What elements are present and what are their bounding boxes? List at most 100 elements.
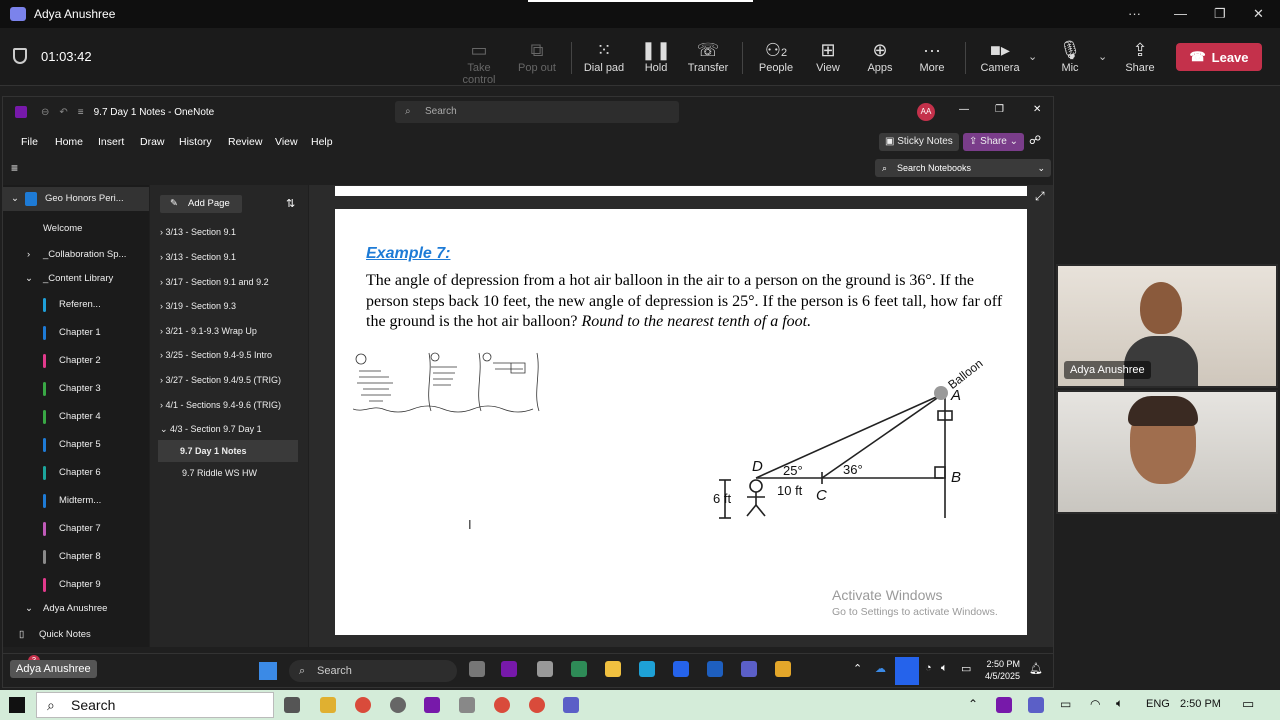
transfer-button[interactable]: ☏ Transfer [683,38,733,74]
section-item[interactable]: Referen... [3,293,149,317]
onedrive-icon[interactable]: ☁ [875,662,886,675]
share-notebook-button[interactable]: ⇪ Share ⌄ [963,133,1025,151]
sticky-notes-button[interactable]: ▣ Sticky Notes [879,133,959,151]
avatar[interactable]: AA [917,103,935,121]
minimize-icon[interactable]: — [959,104,969,115]
store-icon[interactable] [673,661,689,677]
minimize-icon[interactable]: — [1174,6,1187,21]
section-item[interactable]: Chapter 7 [3,517,149,541]
section-content-library[interactable]: ⌄ _Content Library [3,267,149,291]
notification-icon[interactable]: 🔔︎ [1029,662,1043,675]
hold-button[interactable]: ❚❚ Hold [631,38,681,74]
section-item[interactable]: Chapter 2 [3,349,149,373]
onenote-tray-icon[interactable] [996,697,1012,713]
wifi-icon[interactable]: ◠ [1090,697,1100,711]
onenote-app-icon[interactable] [424,697,440,713]
notification-center-icon[interactable]: ▭ [1242,696,1254,712]
self-video-tile[interactable] [1056,390,1278,514]
page-item[interactable]: › 3/13 - Section 9.1 [160,246,300,268]
mic-button[interactable]: 🎙︎ Mic [1045,38,1095,74]
search-notebooks-dropdown[interactable]: ⌕ Search Notebooks ⌄ [875,159,1051,177]
feedback-icon[interactable]: ☍ [1029,133,1041,147]
participant-video-tile[interactable]: Adya Anushree [1056,264,1278,388]
camera-button[interactable]: ■▸ Camera [975,38,1025,74]
quick-access-icon[interactable]: ≡ [78,107,84,118]
page-item[interactable]: › 4/1 - Sections 9.4-9.6 (TRIG) [160,394,300,416]
close-icon[interactable]: ✕ [1253,6,1264,22]
chevron-up-icon[interactable]: ⌃ [853,662,862,675]
take-control-button[interactable]: ▭ Take control [454,38,504,86]
file-explorer-icon[interactable] [320,697,336,713]
battery-icon[interactable]: ▭ [961,662,971,675]
people-button[interactable]: ⚇2 People [751,38,801,74]
page-item[interactable]: › 3/27 - Section 9.4/9.5 (TRIG) [160,369,300,391]
onenote-search-input[interactable]: ⌕ Search [395,101,679,123]
teams-icon[interactable] [563,697,579,713]
chrome-icon[interactable] [775,661,791,677]
more-button[interactable]: ··· More [907,38,957,74]
back-icon[interactable]: ⊖ [41,107,49,118]
menu-draw[interactable]: Draw [140,136,165,148]
page-item[interactable]: › 3/21 - 9.1-9.3 Wrap Up [160,320,300,342]
menu-review[interactable]: Review [228,136,262,148]
maximize-icon[interactable]: ❐ [995,104,1004,115]
section-welcome[interactable]: Welcome [3,217,149,241]
language-indicator[interactable]: ENG [1146,698,1170,710]
word-icon[interactable] [707,661,723,677]
menu-help[interactable]: Help [311,136,333,148]
camera-app-icon[interactable] [459,697,475,713]
maximize-icon[interactable]: ❐ [1214,6,1226,22]
taskbar-clock[interactable]: 2:50 PM 4/5/2025 [985,658,1020,682]
sort-icon[interactable]: ⇅ [286,197,295,210]
page-item[interactable]: › 3/25 - Section 9.4-9.5 Intro [160,344,300,366]
pop-out-button[interactable]: ⧉ Pop out [512,38,562,74]
camera-app-icon[interactable] [537,661,553,677]
task-view-icon[interactable] [469,661,485,677]
more-options-icon[interactable]: ··· [1128,6,1141,21]
share-button[interactable]: ⇪ Share [1115,38,1165,74]
undo-icon[interactable]: ↶ [59,107,67,118]
section-item[interactable]: Chapter 1 [3,321,149,345]
teams-tray-icon[interactable] [1028,697,1044,713]
section-collaboration[interactable]: › _Collaboration Sp... [3,243,149,267]
page-item[interactable]: › 3/13 - Section 9.1 [160,221,300,243]
section-item[interactable]: Chapter 8 [3,545,149,569]
task-view-icon[interactable] [284,697,300,713]
menu-file[interactable]: File [21,136,38,148]
apps-button[interactable]: ⊕ Apps [855,38,905,74]
app-icon[interactable] [571,661,587,677]
section-item[interactable]: Chapter 4 [3,405,149,429]
chrome-icon[interactable] [529,697,545,713]
settings-gear-icon[interactable] [390,697,406,713]
view-button[interactable]: ⊞ View [803,38,853,74]
battery-icon[interactable]: ▭ [1060,697,1071,711]
hamburger-menu-icon[interactable]: ≡ [11,161,18,175]
page-item[interactable]: 9.7 Day 1 Notes [158,440,298,462]
file-explorer-icon[interactable] [605,661,621,677]
page-item[interactable]: 9.7 Riddle WS HW [160,462,300,484]
volume-icon[interactable]: 🔈︎ [941,662,948,675]
menu-home[interactable]: Home [55,136,83,148]
close-icon[interactable]: ✕ [1033,104,1041,115]
taskbar-clock[interactable]: 2:50 PM [1180,698,1221,710]
windows-start-icon[interactable] [9,697,25,713]
section-item[interactable]: Chapter 9 [3,573,149,597]
expand-icon[interactable]: ⤢ [1035,189,1045,204]
chevron-up-icon[interactable]: ⌃ [968,697,978,711]
onenote-app-icon[interactable] [501,661,517,677]
mic-active-icon[interactable] [895,657,919,685]
network-icon[interactable]: ◔ [925,662,932,674]
section-item[interactable]: Chapter 6 [3,461,149,485]
section-adya-anushree[interactable]: ⌄ Adya Anushree [3,597,149,621]
menu-insert[interactable]: Insert [98,136,124,148]
volume-icon[interactable]: 🔈︎ [1116,696,1123,711]
notebook-item[interactable]: ⌄ Geo Honors Peri... [3,187,149,211]
add-page-button[interactable]: ✎ Add Page [160,195,242,213]
chrome-icon[interactable] [494,697,510,713]
menu-view[interactable]: View [275,136,298,148]
section-item[interactable]: Chapter 3 [3,377,149,401]
page-item[interactable]: › 3/17 - Section 9.1 and 9.2 [160,271,300,293]
dial-pad-button[interactable]: ⁙ Dial pad [579,38,629,74]
taskbar-search-input[interactable]: ⌕ Search [289,660,457,682]
camera-options-chevron-icon[interactable]: ⌄ [1028,50,1037,63]
